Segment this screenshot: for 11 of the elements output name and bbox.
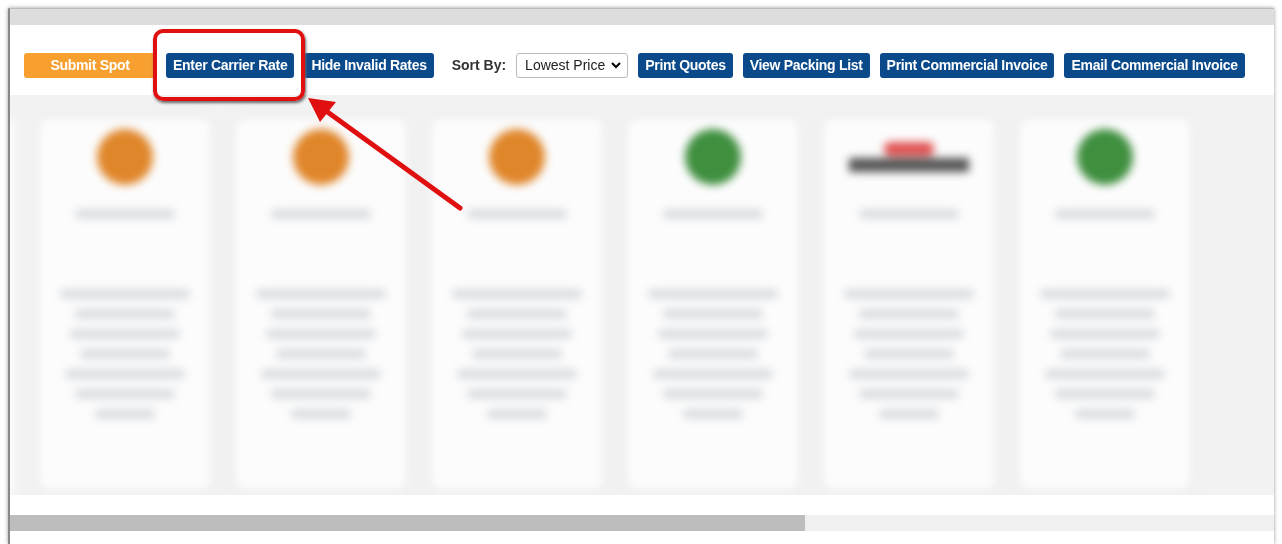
action-button[interactable]: Hide Invalid Rates xyxy=(304,52,434,78)
horizontal-scrollbar[interactable] xyxy=(10,515,1274,531)
action-button[interactable]: Enter Carrier Rate xyxy=(166,52,295,78)
action-button[interactable]: Email Commercial Invoice xyxy=(1064,52,1245,78)
sort-label: Sort By: xyxy=(451,57,507,73)
action-button[interactable]: View Packing List xyxy=(742,52,870,78)
chevron-down-icon xyxy=(611,61,622,69)
scrollbar-thumb[interactable] xyxy=(10,515,805,531)
action-button[interactable]: Print Quotes xyxy=(638,52,733,78)
action-button[interactable]: Print Commercial Invoice xyxy=(879,52,1055,78)
sort-dropdown[interactable]: Lowest Price xyxy=(516,52,629,78)
